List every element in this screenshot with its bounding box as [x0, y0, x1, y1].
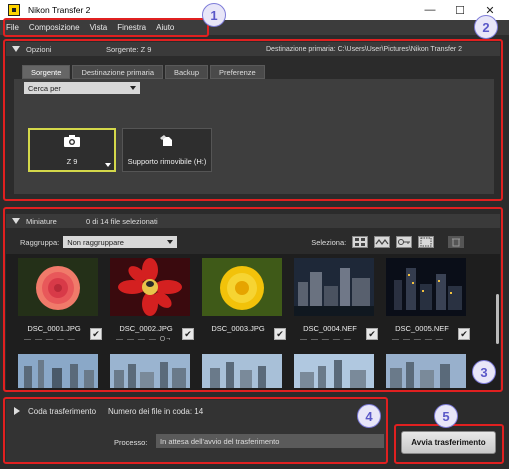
- callout-box-start: [394, 424, 504, 464]
- window-title: Nikon Transfer 2: [28, 5, 91, 15]
- callout-box-menu: [3, 18, 209, 37]
- callout-number-5: 5: [434, 404, 458, 428]
- callout-number-2: 2: [474, 15, 498, 39]
- title-bar: Nikon Transfer 2 — ☐ ✕: [0, 0, 509, 20]
- nikon-transfer-app-icon: [8, 4, 20, 16]
- minimize-button[interactable]: —: [415, 0, 445, 20]
- callout-number-1: 1: [202, 3, 226, 27]
- callout-number-4: 4: [357, 404, 381, 428]
- callout-box-queue: [3, 397, 388, 464]
- maximize-button[interactable]: ☐: [445, 0, 475, 20]
- callout-number-3: 3: [472, 360, 496, 384]
- callout-box-thumbnails: [3, 207, 503, 392]
- callout-box-options: [3, 39, 503, 201]
